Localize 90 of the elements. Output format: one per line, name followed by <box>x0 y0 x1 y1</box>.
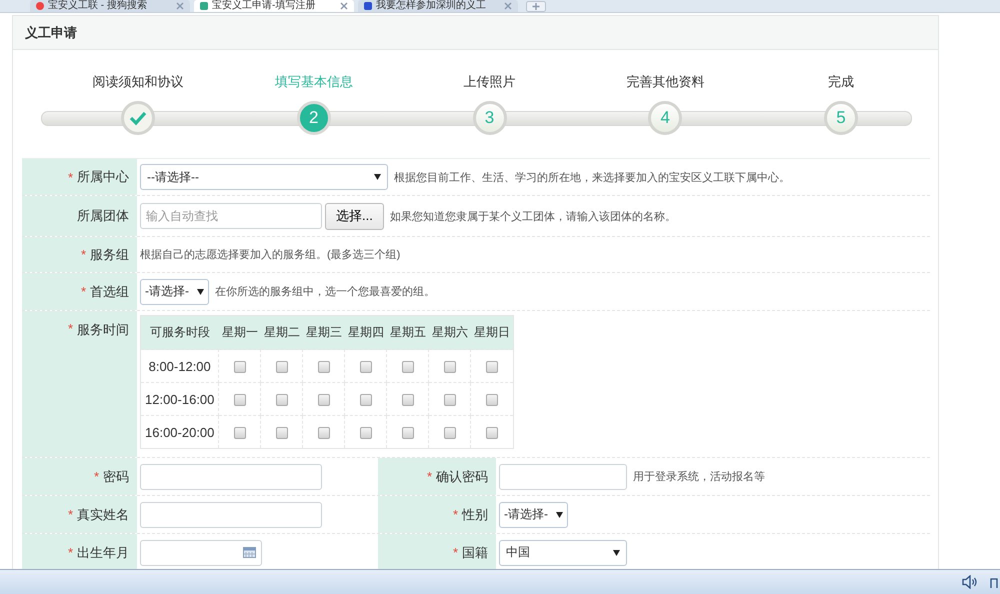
checkbox[interactable] <box>486 394 498 406</box>
site-icon <box>364 2 372 10</box>
caret-icon <box>374 174 381 180</box>
step-label: 填写基本信息 <box>274 74 353 89</box>
required-mark: * <box>426 469 432 484</box>
form-label: * 性别 <box>378 496 496 533</box>
checkbox[interactable] <box>276 360 288 373</box>
required-mark: * <box>452 545 458 560</box>
checkbox[interactable] <box>318 360 330 373</box>
form-label: * 首选组 <box>22 273 137 310</box>
select-field[interactable]: -请选择- <box>499 502 568 528</box>
checkbox[interactable] <box>360 394 372 406</box>
column-header: 星期六 <box>428 316 471 350</box>
speaker-icon[interactable] <box>962 575 978 589</box>
column-header: 星期四 <box>344 316 387 350</box>
step-label: 上传照片 <box>464 74 516 89</box>
text-field[interactable] <box>140 502 322 528</box>
table-cell: 8:00-12:00 <box>140 350 219 382</box>
hint-text: 如果您知道您隶属于某个义工团体，请输入该团体的名称。 <box>390 210 676 224</box>
column-header: 可服务时段 <box>140 316 219 350</box>
column-header: 星期三 <box>302 316 345 350</box>
checkbox[interactable] <box>318 426 330 439</box>
checkbox[interactable] <box>234 360 246 373</box>
required-mark: * <box>80 247 86 262</box>
form-label: * 所属中心 <box>22 159 137 195</box>
text-field[interactable] <box>499 464 627 490</box>
required-mark: * <box>452 507 458 522</box>
caret-icon <box>613 550 620 556</box>
required-mark: * <box>68 545 73 560</box>
step-number: 2 <box>296 101 331 135</box>
step-number: 3 <box>472 101 506 135</box>
required-mark: * <box>68 507 73 522</box>
close-icon[interactable] <box>176 2 184 10</box>
checkbox[interactable] <box>486 360 498 373</box>
text-field[interactable] <box>140 464 322 490</box>
form-label: * 服务组 <box>22 237 137 272</box>
checkbox[interactable] <box>444 360 456 373</box>
select-field[interactable]: -请选择- <box>140 278 209 304</box>
step-label: 阅读须知和协议 <box>92 74 184 89</box>
column-header: 星期一 <box>218 316 261 350</box>
checkbox[interactable] <box>444 394 456 406</box>
hint-text: 在你所选的服务组中，选一个您最喜爱的组。 <box>215 285 435 299</box>
caret-icon <box>556 512 563 518</box>
step-number: 5 <box>824 101 858 135</box>
form-label: * 国籍 <box>378 534 496 571</box>
checkbox[interactable] <box>318 394 330 406</box>
checkbox[interactable] <box>486 426 498 439</box>
step-label: 完成 <box>828 74 854 89</box>
checkbox[interactable] <box>402 426 414 439</box>
required-mark: * <box>94 469 99 484</box>
hint-text: 根据自己的志愿选择要加入的服务组。(最多选三个组) <box>140 248 400 262</box>
form-label: * 服务时间 <box>22 311 137 457</box>
column-header: 星期日 <box>470 316 514 350</box>
table-cell: 12:00-16:00 <box>140 382 219 416</box>
column-header: 星期二 <box>260 316 303 350</box>
caret-icon <box>197 288 204 294</box>
required-mark: * <box>80 284 86 299</box>
checkbox[interactable] <box>360 360 372 373</box>
form-label: * 真实姓名 <box>22 496 137 533</box>
checkbox[interactable] <box>402 360 414 373</box>
form-label: * 确认密码 <box>378 458 496 495</box>
site-icon <box>36 2 44 10</box>
select-field[interactable]: 中国 <box>499 540 627 566</box>
panel-title: 义工申请 <box>25 24 77 42</box>
step-label: 完善其他资料 <box>626 74 704 89</box>
required-mark: * <box>68 321 73 336</box>
date-field[interactable] <box>140 540 262 566</box>
column-header: 星期五 <box>386 316 429 350</box>
checkbox[interactable] <box>402 394 414 406</box>
close-icon[interactable] <box>504 2 512 10</box>
checkbox[interactable] <box>276 426 288 439</box>
form-label: * 密码 <box>22 458 137 495</box>
form-label: 所属团体 <box>22 196 137 236</box>
select-button[interactable]: 选择... <box>325 202 384 230</box>
site-icon <box>200 2 208 10</box>
new-tab-icon[interactable] <box>526 0 546 12</box>
checkbox[interactable] <box>234 426 246 439</box>
select-field[interactable]: --请选择-- <box>140 164 388 190</box>
checkbox[interactable] <box>276 394 288 406</box>
hint-text: 根据您目前工作、生活、学习的所在地，来选择要加入的宝安区义工联下属中心。 <box>394 170 790 184</box>
checkbox[interactable] <box>360 426 372 439</box>
hint-text: 用于登录系统，活动报名等 <box>633 470 765 484</box>
required-mark: * <box>68 170 73 184</box>
search-field[interactable]: 输入自动查找 <box>140 203 322 229</box>
step-number: 4 <box>648 101 682 135</box>
close-icon[interactable] <box>340 2 348 10</box>
checkbox[interactable] <box>444 426 456 439</box>
form-label: * 出生年月 <box>22 534 137 571</box>
calendar-icon[interactable] <box>243 547 256 558</box>
checkbox[interactable] <box>234 394 246 406</box>
